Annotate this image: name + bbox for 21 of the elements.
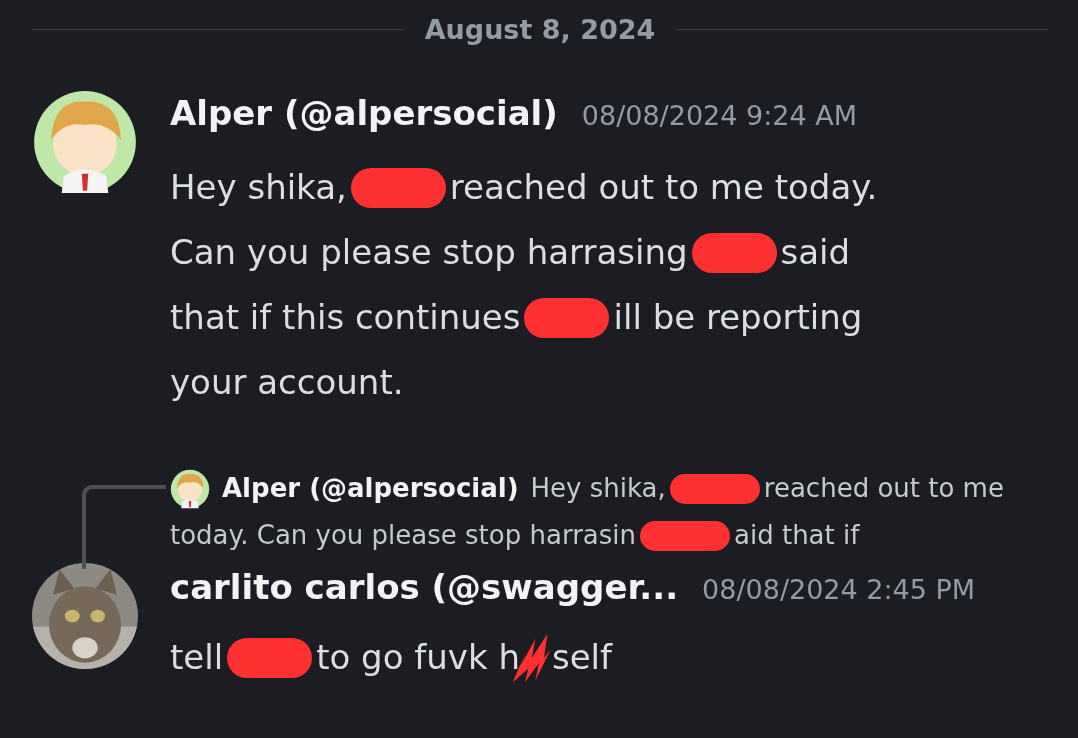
timestamp: 08/08/2024 9:24 AM (581, 100, 857, 131)
message-text: your account. (170, 361, 404, 404)
message-text: ill be reporting (613, 296, 863, 339)
message-text: Hey shika, (530, 472, 666, 505)
message-text: reached out to me (763, 472, 1004, 505)
message-text: said (780, 231, 851, 274)
avatar (170, 468, 210, 509)
message-text: that if this continues (170, 296, 521, 339)
reply-author[interactable]: Alper (@alpersocial) (222, 465, 519, 512)
message-text: to go fuvk h (316, 636, 520, 679)
author-name[interactable]: carlito carlos (@swagger... (170, 567, 679, 607)
message-text: Hey shika, (170, 166, 347, 209)
message-text: tell (170, 636, 224, 679)
date-divider: August 8, 2024 (424, 14, 656, 45)
message-text: reached out to me today. (449, 166, 878, 209)
timestamp: 08/08/2024 2:45 PM (702, 574, 976, 605)
message-text: Can you please stop harrasing (170, 231, 688, 274)
message-text: today. Can you please stop harrasin (170, 519, 636, 552)
message-text: self (552, 636, 613, 679)
message-text: aid that if (734, 519, 860, 552)
author-name[interactable]: Alper (@alpersocial) (170, 93, 558, 133)
